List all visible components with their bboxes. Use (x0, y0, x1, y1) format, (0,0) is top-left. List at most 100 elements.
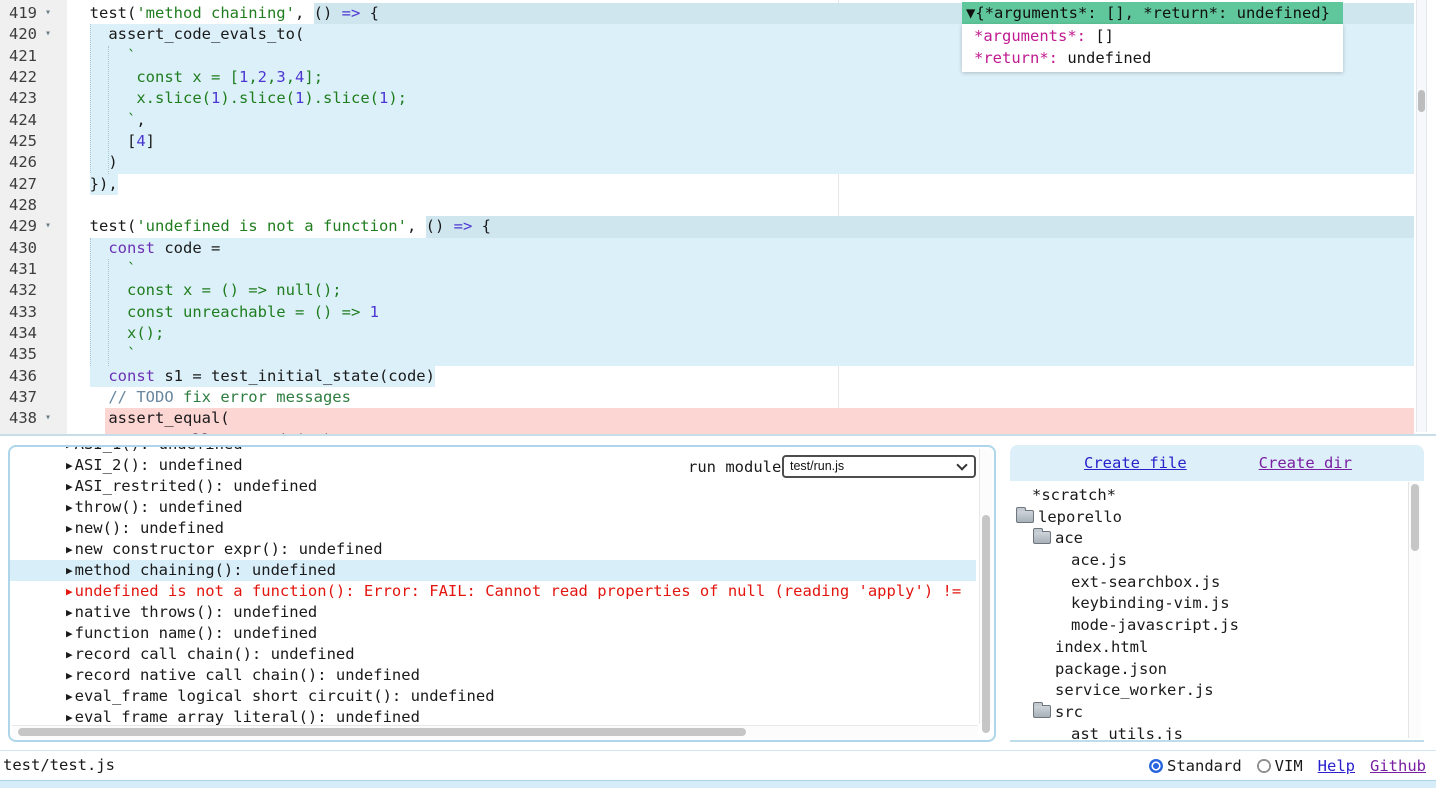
expand-triangle-icon[interactable]: ▶ (66, 539, 73, 560)
github-link[interactable]: Github (1370, 757, 1426, 775)
test-result-row[interactable]: ▶record call chain(): undefined (10, 644, 976, 665)
expand-triangle-icon[interactable]: ▶ (66, 447, 73, 455)
line-number: 428 (0, 195, 67, 216)
test-result-row[interactable]: ▶throw(): undefined (10, 497, 976, 518)
code-line[interactable]: 437 // TODO fix error messages (0, 387, 1436, 408)
code-line[interactable]: 431 ` (0, 259, 1436, 280)
code-line[interactable]: 436 const s1 = test_initial_state(code) (0, 366, 1436, 387)
file-name: ace.js (1071, 551, 1127, 569)
test-result-row[interactable]: ▶new(): undefined (10, 518, 976, 539)
expand-triangle-icon[interactable]: ▶ (66, 602, 73, 623)
code-text: root_calltree_node(s1) (71, 430, 332, 436)
line-number: 430 (0, 238, 67, 259)
test-result-row[interactable]: ▶ASI_restrited(): undefined (10, 476, 976, 497)
console-horizontal-scrollbar-thumb[interactable] (18, 728, 746, 736)
tooltip-header[interactable]: ▼{*arguments*: [], *return*: undefined} (962, 2, 1343, 24)
test-result-text: ASI_restrited(): undefined (75, 477, 318, 495)
test-result-row[interactable]: ▶undefined is not a function(): Error: F… (10, 581, 976, 602)
line-number: 436 (0, 366, 67, 387)
tooltip-row[interactable]: *arguments*: [] (962, 25, 1343, 47)
test-result-row[interactable]: ▶eval_frame array_literal(): undefined (10, 707, 976, 725)
line-number: 435 (0, 344, 67, 365)
code-line[interactable]: 430 const code = (0, 238, 1436, 259)
file-name: src (1055, 703, 1083, 721)
file-tree-item[interactable]: src (1010, 702, 1424, 724)
files-vertical-scrollbar-thumb[interactable] (1411, 484, 1419, 551)
test-result-row[interactable]: ▶ASI_1(): undefined (10, 447, 976, 455)
test-result-row[interactable]: ▶function name(): undefined (10, 623, 976, 644)
console-horizontal-scrollbar[interactable] (12, 725, 978, 738)
create-file-link[interactable]: Create file (1084, 445, 1187, 481)
file-tree-item[interactable]: mode-javascript.js (1010, 615, 1424, 637)
fold-arrow-icon[interactable]: ▾ (45, 215, 51, 236)
file-tree-item[interactable]: ast_utils.js (1010, 724, 1424, 742)
file-tree-item[interactable]: ace (1010, 528, 1424, 550)
code-line[interactable]: 434 x(); (0, 323, 1436, 344)
expand-triangle-icon[interactable]: ▶ (66, 455, 73, 476)
file-tree-item[interactable]: keybinding-vim.js (1010, 593, 1424, 615)
radio-selected-icon[interactable] (1149, 759, 1163, 773)
code-line[interactable]: 439 root_calltree_node(s1) (0, 430, 1436, 436)
expand-triangle-icon[interactable]: ▶ (66, 623, 73, 644)
file-tree-item[interactable]: ace.js (1010, 550, 1424, 572)
fold-arrow-icon[interactable]: ▾ (45, 407, 51, 428)
code-line[interactable]: 428 (0, 195, 1436, 216)
test-result-row[interactable]: ▶record native call chain(): undefined (10, 665, 976, 686)
test-result-row[interactable]: ▶new constructor expr(): undefined (10, 539, 976, 560)
expand-triangle-icon[interactable]: ▶ (66, 476, 73, 497)
code-editor[interactable]: 419▾ test('method chaining', () => {420▾… (0, 0, 1436, 436)
help-link[interactable]: Help (1318, 757, 1355, 775)
keybinding-option-standard[interactable]: Standard (1149, 757, 1242, 775)
expand-triangle-icon[interactable]: ▶ (66, 686, 73, 707)
fold-arrow-icon[interactable]: ▾ (45, 2, 51, 23)
file-tree-item[interactable]: leporello (1010, 507, 1424, 529)
test-result-text: new constructor expr(): undefined (75, 540, 383, 558)
expand-triangle-icon[interactable]: ▶ (66, 707, 73, 725)
editor-vertical-scrollbar-thumb[interactable] (1418, 90, 1425, 112)
code-line[interactable]: 423 x.slice(1).slice(1).slice(1); (0, 88, 1436, 109)
line-number: 432 (0, 280, 67, 301)
expand-triangle-icon[interactable]: ▶ (66, 518, 73, 539)
code-line[interactable]: 424 `, (0, 110, 1436, 131)
editor-vertical-scrollbar[interactable] (1416, 0, 1427, 432)
execution-highlight (90, 344, 1414, 365)
radio-unselected-icon[interactable] (1257, 759, 1271, 773)
run-module-label: run module (688, 457, 781, 478)
execution-highlight (90, 131, 1414, 152)
code-line[interactable]: 435 ` (0, 344, 1436, 365)
expand-triangle-icon[interactable]: ▶ (66, 560, 73, 581)
line-number: 426 (0, 152, 67, 173)
code-line[interactable]: 433 const unreachable = () => 1 (0, 302, 1436, 323)
tooltip-row[interactable]: *return*: undefined (962, 47, 1343, 69)
file-tree-item[interactable]: service_worker.js (1010, 680, 1424, 702)
code-text: const x = () => null(); (71, 280, 342, 301)
create-dir-link[interactable]: Create dir (1259, 445, 1352, 481)
code-line[interactable]: 432 const x = () => null(); (0, 280, 1436, 301)
expand-triangle-icon[interactable]: ▶ (66, 665, 73, 686)
expand-triangle-icon[interactable]: ▶ (66, 644, 73, 665)
code-line[interactable]: 438▾ assert_equal( (0, 408, 1436, 429)
code-text: ` (71, 344, 136, 365)
file-tree-item[interactable]: ext-searchbox.js (1010, 572, 1424, 594)
console-vertical-scrollbar-thumb[interactable] (982, 515, 990, 733)
code-text: // TODO fix error messages (71, 387, 351, 408)
fold-arrow-icon[interactable]: ▾ (45, 23, 51, 44)
console-vertical-scrollbar[interactable] (979, 449, 992, 724)
test-result-row[interactable]: ▶eval_frame logical short circuit(): und… (10, 686, 976, 707)
test-result-row[interactable]: ▶method chaining(): undefined (10, 560, 976, 581)
code-line[interactable]: 426 ) (0, 152, 1436, 173)
file-tree-item[interactable]: *scratch* (1010, 485, 1424, 507)
test-result-row[interactable]: ▶native throws(): undefined (10, 602, 976, 623)
code-line[interactable]: 429▾ test('undefined is not a function',… (0, 216, 1436, 237)
code-line[interactable]: 427 }), (0, 174, 1436, 195)
files-vertical-scrollbar[interactable] (1408, 482, 1421, 738)
expand-triangle-icon[interactable]: ▶ (66, 497, 73, 518)
keybinding-option-vim[interactable]: VIM (1257, 757, 1303, 775)
file-tree-item[interactable]: index.html (1010, 637, 1424, 659)
expand-triangle-icon[interactable]: ▶ (66, 581, 73, 602)
run-module-select[interactable]: test/run.js (782, 455, 976, 478)
code-line[interactable]: 425 [4] (0, 131, 1436, 152)
file-tree-item[interactable]: package.json (1010, 659, 1424, 681)
test-result-text: ASI_1(): undefined (75, 447, 243, 453)
code-text: test('method chaining', () => { (71, 3, 379, 24)
